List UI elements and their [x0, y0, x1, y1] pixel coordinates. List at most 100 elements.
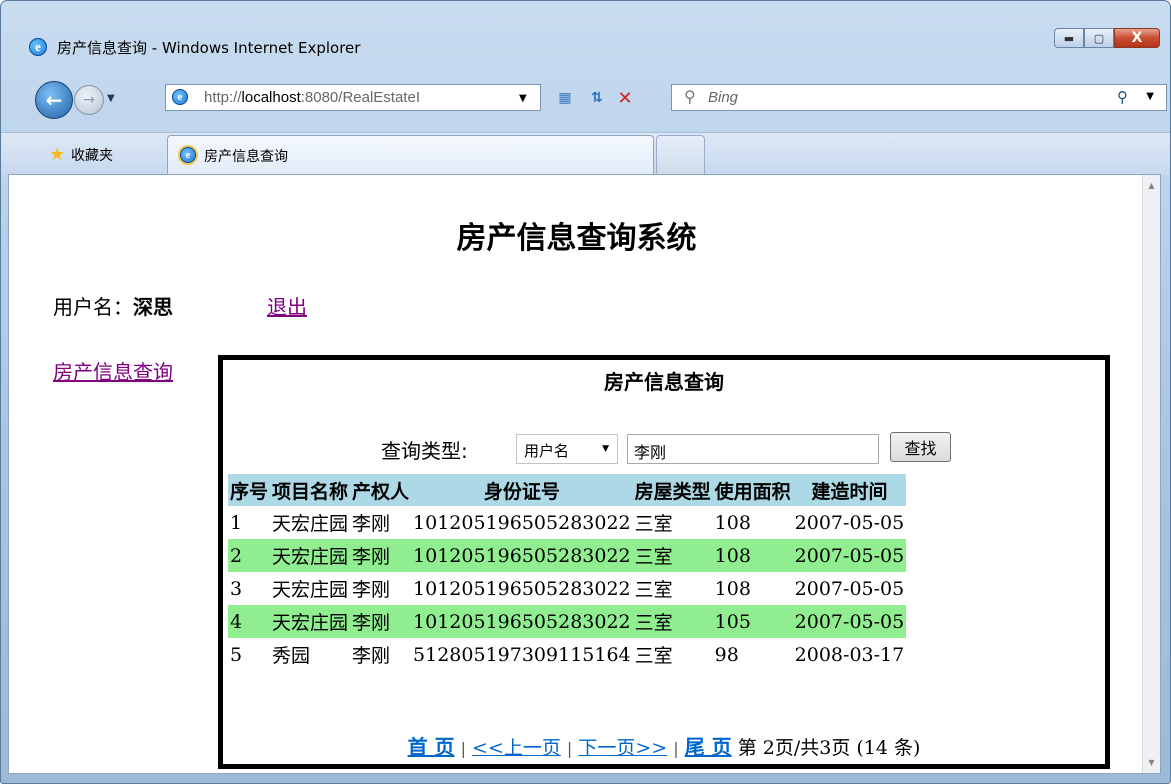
cell-area: 108 [714, 577, 751, 600]
history-dropdown-button[interactable]: ▼ [107, 93, 115, 104]
address-bar[interactable]: e http://localhost:8080/RealEstateI [165, 84, 541, 111]
search-options-dropdown[interactable]: ▼ [1146, 91, 1154, 102]
search-button[interactable]: 查找 [890, 432, 951, 462]
search-provider-icon: ⚲ [684, 87, 696, 106]
scroll-down-icon[interactable]: ▼ [1143, 754, 1160, 771]
column-header: 房屋类型 [632, 474, 713, 506]
back-button[interactable]: ← [35, 81, 73, 119]
table-row: 1 天宏庄园 李刚 101205196505283022 三室 108 2007… [228, 506, 906, 539]
user-label: 用户名： [53, 295, 133, 319]
pager-separator: | [566, 739, 573, 758]
last-page-link[interactable]: 尾 页 [685, 735, 732, 759]
column-header: 项目名称 [270, 474, 351, 506]
scroll-up-icon[interactable]: ▲ [1143, 177, 1160, 194]
compatibility-icon: ▦ [558, 90, 572, 106]
compatibility-view-button[interactable]: ▦ [554, 87, 576, 109]
refresh-icon: ⇅ [591, 90, 603, 106]
query-type-label: 查询类型: [381, 439, 468, 463]
cell-project: 天宏庄园 [270, 539, 351, 572]
tab-current[interactable]: e 房产信息查询 [167, 135, 654, 174]
query-value-input[interactable]: 李刚 [627, 434, 879, 464]
table-row: 2 天宏庄园 李刚 101205196505283022 三室 108 2007… [228, 539, 907, 572]
cell-owner: 李刚 [352, 645, 391, 667]
column-header: 使用面积 [712, 474, 793, 506]
cell-house-type: 三室 [632, 605, 713, 638]
cell-house-type: 三室 [632, 539, 713, 572]
next-page-link[interactable]: 下一页>> [578, 737, 667, 759]
cell-area: 98 [714, 643, 739, 666]
tab-ie-icon: e [180, 147, 196, 163]
search-input[interactable]: Bing [708, 89, 738, 106]
search-icon[interactable]: ⚲ [1117, 88, 1128, 106]
browser-window: e 房产信息查询 - Windows Internet Explorer ▬ ▢… [0, 0, 1171, 784]
cell-project: 天宏庄园 [272, 579, 349, 601]
stop-button[interactable]: ✕ [614, 87, 636, 109]
page-icon: e [172, 89, 188, 105]
ie-logo-icon: e [29, 36, 47, 56]
user-name: 深思 [133, 295, 173, 319]
prev-page-link[interactable]: <<上一页 [472, 737, 561, 759]
cell-owner: 李刚 [352, 579, 391, 601]
cell-id-number: 512805197309115164 [413, 643, 631, 666]
cell-build-date: 2007-05-05 [794, 577, 905, 600]
page-status: 第 2页/共3页 (14 条) [737, 737, 921, 759]
page-viewport: ▲ ▼ 房产信息查询系统 用户名：深思 退出 房产信息查询 房产信息查询 查询类… [8, 174, 1161, 774]
favorites-button[interactable]: 收藏夹 [71, 145, 113, 165]
results-table: 序号 项目名称 产权人 身份证号 房屋类型 使用面积 建造时间 1 天宏庄园 李… [228, 474, 907, 671]
pager-separator: | [673, 739, 679, 758]
logout-link[interactable]: 退出 [267, 291, 307, 320]
table-header-row: 序号 项目名称 产权人 身份证号 房屋类型 使用面积 建造时间 [228, 474, 907, 506]
caption-buttons: ▬ ▢ X [1054, 28, 1160, 48]
column-header: 建造时间 [792, 474, 907, 506]
first-page-link[interactable]: 首 页 [408, 735, 455, 759]
cell-id-number: 101205196505283022 [411, 605, 633, 638]
cell-house-type: 三室 [634, 645, 673, 667]
panel-title: 房产信息查询 [604, 370, 724, 394]
cell-area: 108 [712, 539, 793, 572]
nav-link-property-query[interactable]: 房产信息查询 [53, 356, 173, 385]
maximize-icon: ▢ [1093, 31, 1105, 45]
forward-button[interactable]: → [74, 85, 104, 115]
pager-separator: | [460, 739, 466, 758]
tab-label: 房产信息查询 [204, 149, 288, 165]
cell-index: 3 [230, 577, 243, 600]
minimize-button[interactable]: ▬ [1054, 28, 1084, 48]
cell-owner: 李刚 [352, 513, 391, 535]
cell-build-date: 2007-05-05 [792, 605, 907, 638]
cell-build-date: 2008-03-17 [794, 643, 905, 666]
address-url[interactable]: http://localhost:8080/RealEstateI [204, 89, 420, 106]
cell-house-type: 三室 [634, 513, 673, 535]
close-button[interactable]: X [1114, 28, 1160, 48]
query-type-select[interactable]: 用户名 ▼ [516, 434, 618, 464]
table-row: 4 天宏庄园 李刚 101205196505283022 三室 105 2007… [228, 605, 907, 638]
favorites-star-icon: ★ [49, 144, 66, 165]
refresh-button[interactable]: ⇅ [586, 87, 608, 109]
cell-owner: 李刚 [350, 605, 412, 638]
cell-index: 1 [230, 511, 243, 534]
table-row: 3 天宏庄园 李刚 101205196505283022 三室 108 2007… [228, 572, 906, 605]
column-header: 产权人 [350, 474, 412, 506]
stop-icon: ✕ [617, 87, 633, 109]
vertical-scrollbar[interactable]: ▲ ▼ [1142, 175, 1160, 773]
page-title: 房产信息查询系统 [456, 221, 697, 256]
cell-index: 2 [228, 539, 271, 572]
cell-project: 秀园 [272, 645, 311, 667]
new-tab-button[interactable] [656, 135, 705, 174]
user-info: 用户名：深思 [53, 291, 173, 320]
title-bar [1, 1, 1170, 35]
query-panel: 房产信息查询 查询类型: 用户名 ▼ 李刚 查找 序号 项目名称 产权人 身份证… [218, 355, 1110, 769]
back-arrow-icon: ← [45, 88, 63, 112]
chevron-down-icon: ▼ [602, 444, 609, 454]
cell-id-number: 101205196505283022 [413, 511, 631, 534]
cell-id-number: 101205196505283022 [411, 539, 633, 572]
search-bar[interactable]: ⚲ Bing ⚲ ▼ [671, 84, 1167, 111]
cell-build-date: 2007-05-05 [794, 511, 905, 534]
cell-area: 105 [712, 605, 793, 638]
column-header: 序号 [228, 474, 271, 506]
pagination: 首 页 | <<上一页 | 下一页>> | 尾 页 第 2页/共3页 (14 条… [223, 731, 1105, 760]
maximize-button[interactable]: ▢ [1084, 28, 1114, 48]
minimize-icon: ▬ [1063, 31, 1075, 45]
cell-index: 4 [228, 605, 271, 638]
address-dropdown-button[interactable]: ▼ [519, 93, 527, 104]
cell-project: 天宏庄园 [270, 605, 351, 638]
